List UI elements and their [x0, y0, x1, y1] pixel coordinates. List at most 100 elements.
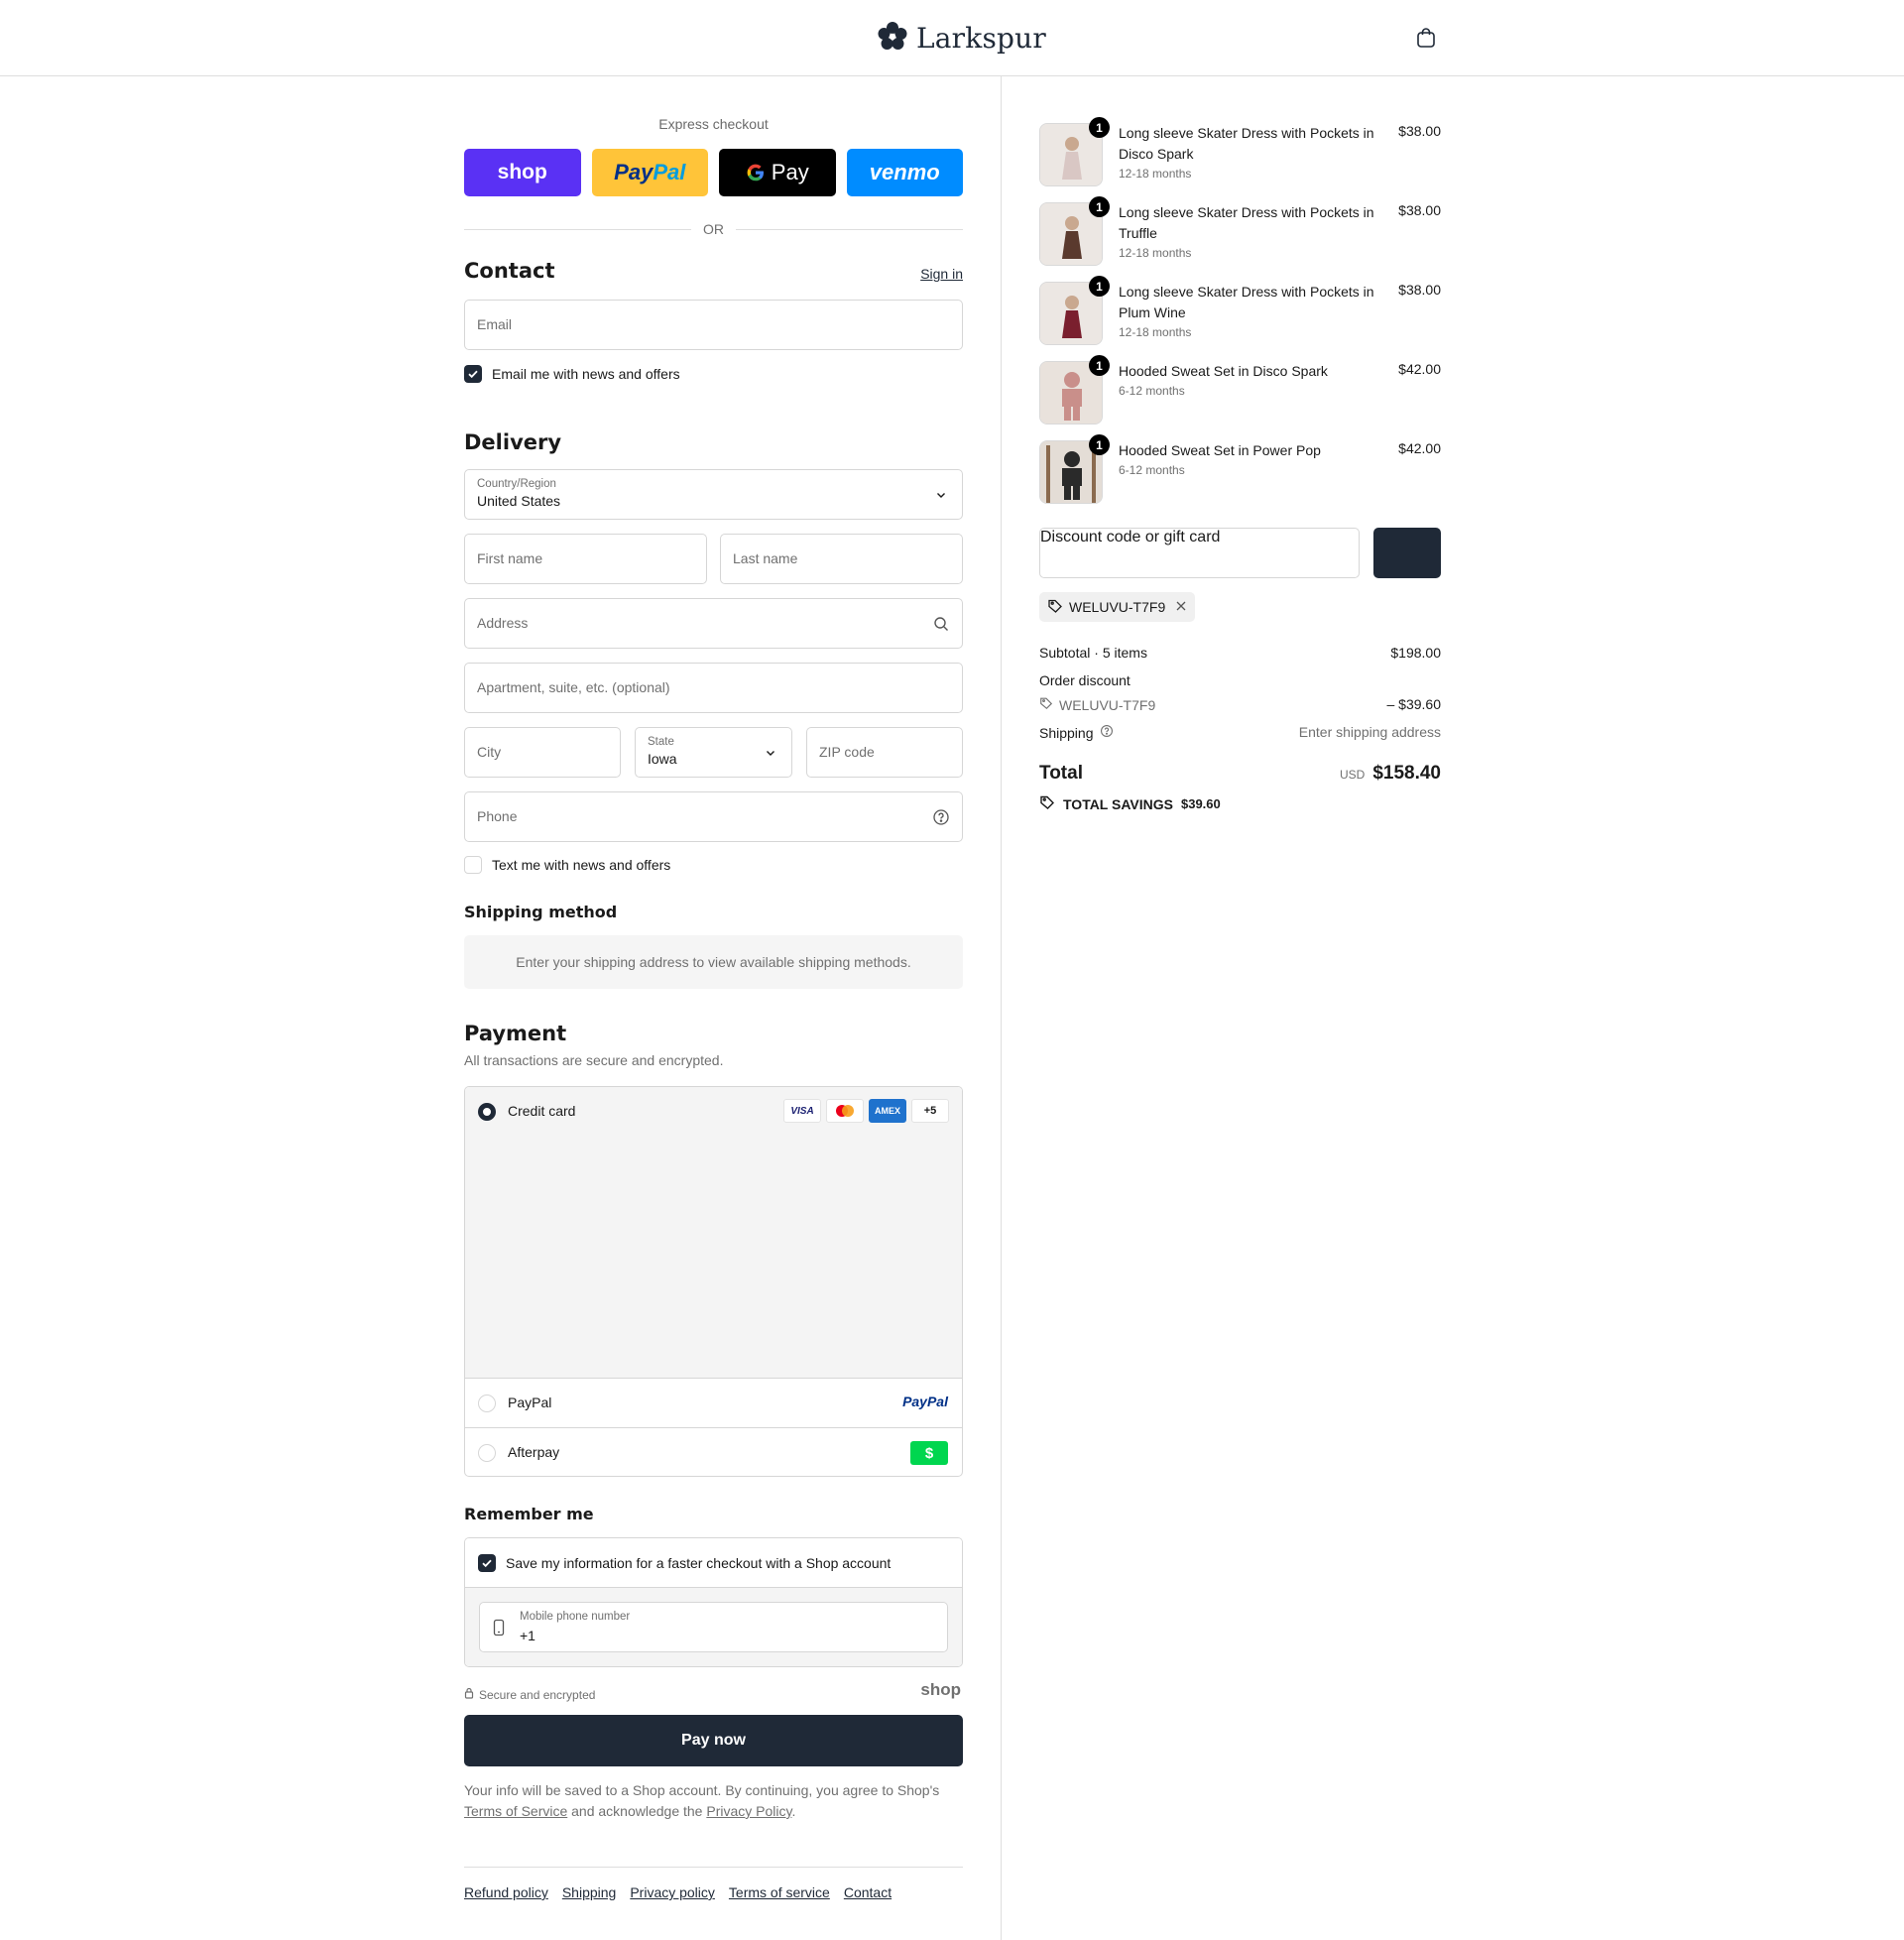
item-price: $42.00 — [1398, 440, 1441, 456]
discount-code-field[interactable]: Discount code or gift card — [1039, 528, 1360, 578]
phone-placeholder: Phone — [477, 808, 518, 824]
apply-discount-button[interactable] — [1373, 528, 1441, 578]
legal-text-1: Your info will be saved to a Shop accoun… — [464, 1782, 940, 1798]
address-field[interactable]: Address — [464, 598, 963, 649]
quantity-badge: 1 — [1089, 276, 1110, 297]
last-name-field[interactable]: Last name — [720, 534, 963, 584]
state-select[interactable]: State Iowa — [635, 727, 792, 778]
country-select[interactable]: Country/Region United States — [464, 469, 963, 520]
delivery-title: Delivery — [464, 430, 562, 454]
shop-pay-label: shop — [497, 161, 547, 183]
discount-code-row: WELUVU-T7F9 – $39.60 — [1039, 696, 1441, 713]
subtotal-row: Subtotal · 5 items $198.00 — [1039, 645, 1441, 661]
secure-label: Secure and encrypted — [479, 1687, 596, 1702]
credit-card-radio[interactable] — [478, 1103, 496, 1121]
brand[interactable]: Larkspur — [877, 20, 1046, 57]
apartment-field[interactable]: Apartment, suite, etc. (optional) — [464, 663, 963, 713]
subtotal-value: $198.00 — [1390, 645, 1441, 661]
mobile-phone-label: Mobile phone number — [520, 1611, 631, 1623]
shopping-bag-icon[interactable] — [1414, 26, 1438, 50]
cart-item: 1 Long sleeve Skater Dress with Pockets … — [1039, 276, 1441, 345]
total-label: Total — [1039, 763, 1083, 784]
state-label: State — [648, 736, 674, 748]
shop-logo: shop — [920, 1680, 961, 1699]
contact-link[interactable]: Contact — [844, 1884, 892, 1900]
shipping-link[interactable]: Shipping — [562, 1884, 617, 1900]
footer-links: Refund policy Shipping Privacy policy Te… — [464, 1884, 892, 1900]
brand-name: Larkspur — [916, 22, 1046, 55]
shipping-value: Enter shipping address — [1298, 724, 1441, 740]
venmo-label: venmo — [869, 160, 940, 184]
cart-item: 1 Long sleeve Skater Dress with Pockets … — [1039, 117, 1441, 186]
google-g-icon — [746, 163, 766, 182]
payment-subtitle: All transactions are secure and encrypte… — [464, 1052, 724, 1068]
save-info-checkbox[interactable] — [478, 1554, 496, 1572]
state-value: Iowa — [648, 751, 677, 767]
pay-now-button[interactable]: Pay now — [464, 1715, 963, 1766]
discount-code-text: WELUVU-T7F9 — [1059, 696, 1156, 713]
or-label: OR — [703, 221, 724, 237]
paypal-option[interactable]: PayPal PayPal — [465, 1379, 962, 1428]
column-divider — [1001, 76, 1002, 1940]
email-news-checkbox-row[interactable]: Email me with news and offers — [464, 365, 680, 383]
quantity-badge: 1 — [1089, 355, 1110, 376]
remember-me-title: Remember me — [464, 1505, 594, 1523]
payment-title: Payment — [464, 1022, 567, 1045]
email-news-checkbox[interactable] — [464, 365, 482, 383]
item-name: Long sleeve Skater Dress with Pockets in… — [1119, 284, 1374, 320]
item-price: $38.00 — [1398, 202, 1441, 218]
privacy-policy-footer-link[interactable]: Privacy policy — [630, 1884, 715, 1900]
paypal-label-b: Pal — [653, 160, 686, 184]
item-price: $38.00 — [1398, 282, 1441, 298]
first-name-field[interactable]: First name — [464, 534, 707, 584]
secure-note: Secure and encrypted — [464, 1687, 595, 1702]
legal-text-3: . — [791, 1803, 796, 1819]
afterpay-radio[interactable] — [478, 1444, 496, 1462]
save-info-checkbox-row[interactable]: Save my information for a faster checkou… — [478, 1554, 891, 1572]
terms-of-service-link[interactable]: Terms of Service — [464, 1803, 567, 1819]
discount-value: – $39.60 — [1386, 696, 1442, 712]
google-pay-button[interactable]: Pay — [719, 149, 836, 196]
savings-value: $39.60 — [1180, 796, 1221, 811]
or-divider: OR — [464, 221, 963, 237]
text-news-checkbox[interactable] — [464, 856, 482, 874]
visa-text: VISA — [790, 1105, 814, 1117]
shipping-method-notice: Enter your shipping address to view avai… — [464, 935, 963, 989]
cart-item: 1 Long sleeve Skater Dress with Pockets … — [1039, 196, 1441, 266]
paypal-button[interactable]: Pay Pal — [591, 149, 708, 196]
help-circle-icon[interactable] — [1100, 724, 1114, 741]
mobile-phone-field[interactable]: Mobile phone number +1 — [479, 1602, 948, 1652]
save-info-label: Save my information for a faster checkou… — [506, 1555, 892, 1571]
item-name: Long sleeve Skater Dress with Pockets in… — [1119, 125, 1374, 162]
city-field[interactable]: City — [464, 727, 621, 778]
privacy-policy-link[interactable]: Privacy Policy — [706, 1803, 791, 1819]
item-variant: 6-12 months — [1119, 384, 1185, 398]
subtotal-label: Subtotal · 5 items — [1039, 645, 1147, 661]
paypal-radio[interactable] — [478, 1394, 496, 1412]
order-discount-label: Order discount — [1039, 672, 1130, 688]
cart-item: 1 Hooded Sweat Set in Disco Spark 6-12 m… — [1039, 355, 1441, 424]
chevron-down-icon — [762, 744, 779, 762]
credit-card-option[interactable]: Credit card VISA AMEX +5 — [465, 1087, 962, 1379]
discount-code-summary: WELUVU-T7F9 — [1039, 696, 1155, 713]
help-circle-icon[interactable] — [932, 808, 950, 826]
zip-field[interactable]: ZIP code — [806, 727, 963, 778]
mastercard-icon — [826, 1099, 864, 1123]
venmo-button[interactable]: venmo — [846, 149, 963, 196]
remove-discount-icon[interactable] — [1175, 599, 1187, 615]
afterpay-option[interactable]: Afterpay $ — [465, 1428, 962, 1476]
tag-icon — [1039, 696, 1053, 713]
save-info-row[interactable]: Save my information for a faster checkou… — [465, 1538, 962, 1588]
apartment-placeholder: Apartment, suite, etc. (optional) — [477, 679, 670, 695]
text-news-checkbox-row[interactable]: Text me with news and offers — [464, 856, 670, 874]
email-field[interactable]: Email — [464, 300, 963, 350]
refund-policy-link[interactable]: Refund policy — [464, 1884, 548, 1900]
payment-methods: Credit card VISA AMEX +5 PayPal PayPal A… — [464, 1086, 963, 1477]
item-price: $38.00 — [1398, 123, 1441, 139]
terms-of-service-footer-link[interactable]: Terms of service — [729, 1884, 830, 1900]
mobile-area: Mobile phone number +1 — [465, 1588, 962, 1666]
phone-field[interactable]: Phone — [464, 791, 963, 842]
shop-pay-button[interactable]: shop — [464, 149, 581, 196]
sign-in-link[interactable]: Sign in — [920, 266, 963, 282]
first-name-placeholder: First name — [477, 550, 543, 566]
